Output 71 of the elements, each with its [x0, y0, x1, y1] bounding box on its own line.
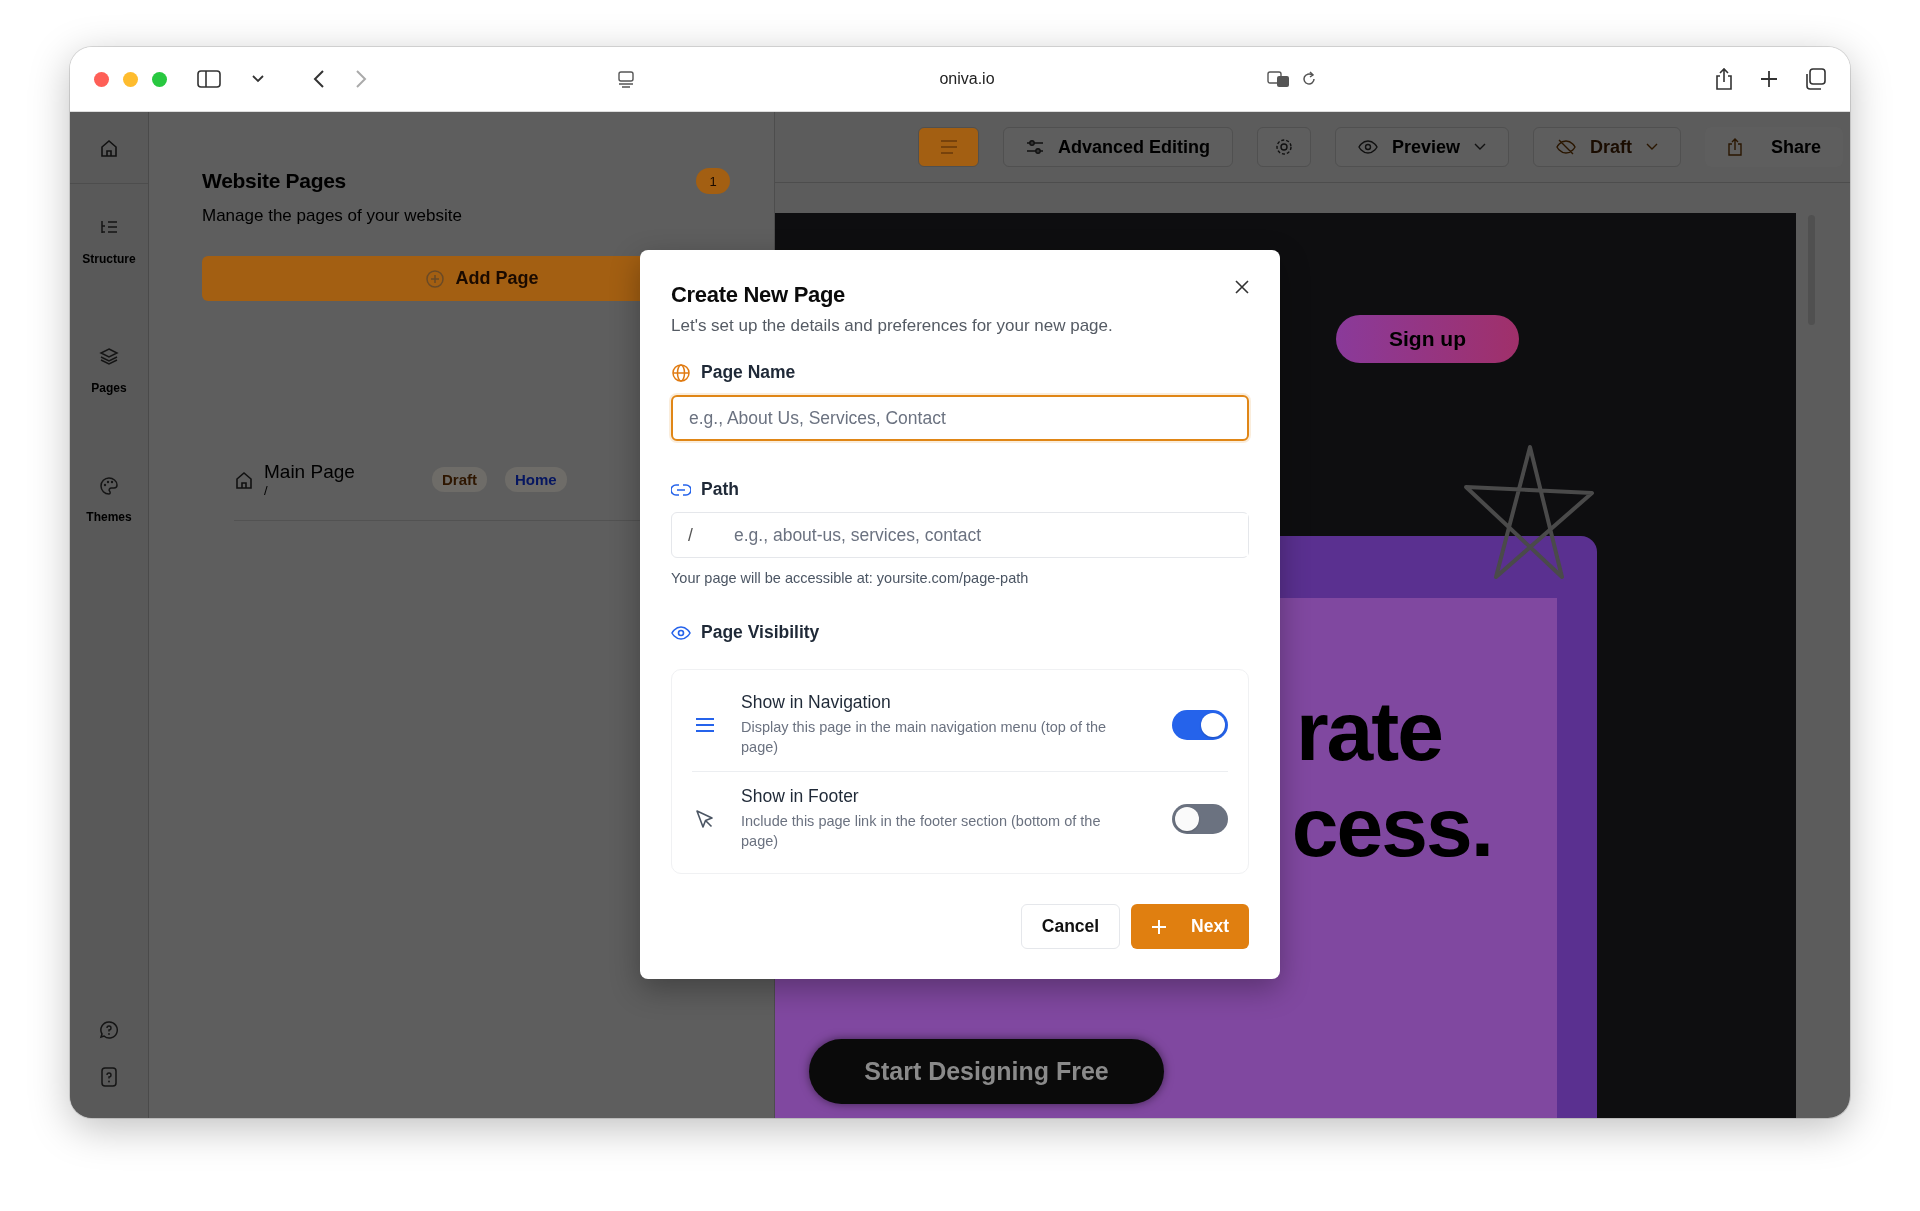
close-icon[interactable]	[1235, 280, 1249, 294]
next-button[interactable]: Next	[1131, 904, 1249, 949]
share-icon	[1727, 138, 1744, 156]
option-description: Display this page in the main navigation menu (top of the page)	[741, 718, 1108, 757]
path-hint: Your page will be accessible at: yoursite.com/page-path	[671, 570, 1030, 586]
home-icon	[234, 469, 254, 490]
chevron-down-icon[interactable]	[251, 74, 265, 84]
pointer-icon	[695, 808, 715, 829]
page-name-field[interactable]: e.g., About Us, Services, Contact	[671, 395, 1249, 441]
cancel-button[interactable]: Cancel	[1021, 904, 1120, 949]
field-label: Page Name	[701, 362, 796, 383]
page-name: Main Page	[264, 461, 356, 483]
draft-button[interactable]: Draft	[1533, 127, 1682, 167]
preview-button[interactable]: Preview	[1335, 127, 1510, 167]
link-icon	[671, 483, 691, 496]
headline-text: rate	[1295, 683, 1442, 779]
panel-title: Website Pages	[202, 169, 346, 193]
status-tag: Draft	[432, 467, 487, 492]
eye-icon	[1358, 140, 1378, 154]
help-chat-icon[interactable]	[99, 1020, 119, 1040]
eye-icon	[671, 625, 691, 640]
section-label: Page Visibility	[701, 622, 820, 643]
help-document-icon[interactable]	[100, 1066, 118, 1088]
headline-text: cess.	[1291, 779, 1492, 875]
page-path: /	[264, 483, 269, 498]
translate-icon[interactable]	[1267, 70, 1291, 88]
sidebar-toggle-icon[interactable]	[197, 69, 221, 89]
forward-icon[interactable]	[355, 69, 367, 89]
sign-up-button[interactable]: Sign up	[1336, 315, 1519, 363]
menu-button[interactable]	[918, 127, 979, 167]
page-menu-icon[interactable]	[617, 70, 635, 88]
eye-off-icon	[1556, 139, 1577, 155]
path-prefix: /	[688, 524, 694, 546]
zoom-window-icon[interactable]	[152, 71, 167, 87]
menu-icon	[695, 716, 715, 733]
status-tag: Home	[505, 467, 567, 492]
dialog-subtitle: Let's set up the details and preferences for your new page.	[671, 316, 1114, 336]
chevron-down-icon	[1646, 143, 1659, 151]
plus-circle-icon	[425, 268, 446, 289]
plus-icon	[1151, 918, 1168, 935]
rail-label[interactable]: Themes	[86, 510, 132, 524]
menu-icon	[939, 140, 958, 154]
home-icon[interactable]	[99, 137, 119, 158]
close-window-icon[interactable]	[94, 71, 109, 87]
field-label: Path	[701, 479, 739, 500]
palette-icon[interactable]	[99, 476, 119, 496]
address-text[interactable]: oniva.io	[917, 70, 1017, 88]
rail-label[interactable]: Structure	[82, 252, 136, 266]
plus-icon[interactable]	[1760, 70, 1778, 88]
option-title: Show in Navigation	[741, 692, 892, 713]
start-designing-button[interactable]: Start Designing Free	[809, 1039, 1164, 1104]
option-title: Show in Footer	[741, 786, 860, 807]
settings-button[interactable]	[1257, 127, 1311, 167]
settings-icon	[1275, 138, 1293, 156]
toggle-switch[interactable]	[1172, 803, 1228, 834]
layers-icon[interactable]	[99, 347, 119, 367]
page-count-badge: 1	[696, 168, 730, 194]
panel-subtitle: Manage the pages of your website	[202, 206, 463, 226]
chevron-down-icon	[1474, 143, 1487, 151]
minimize-window-icon[interactable]	[123, 71, 138, 87]
share-icon[interactable]	[1714, 67, 1734, 91]
option-description: Include this page link in the footer section (bottom of the page)	[741, 812, 1102, 851]
reload-icon[interactable]	[1301, 70, 1317, 88]
tabs-overview-icon[interactable]	[1804, 68, 1826, 90]
globe-icon	[671, 362, 691, 383]
path-field[interactable]: / e.g., about-us, services, contact	[671, 512, 1249, 558]
rail-label[interactable]: Pages	[91, 381, 127, 395]
advanced-editing-button[interactable]: Advanced Editing	[1003, 127, 1233, 167]
back-icon[interactable]	[313, 69, 325, 89]
toggle-switch[interactable]	[1172, 709, 1228, 740]
sliders-icon	[1026, 138, 1044, 156]
